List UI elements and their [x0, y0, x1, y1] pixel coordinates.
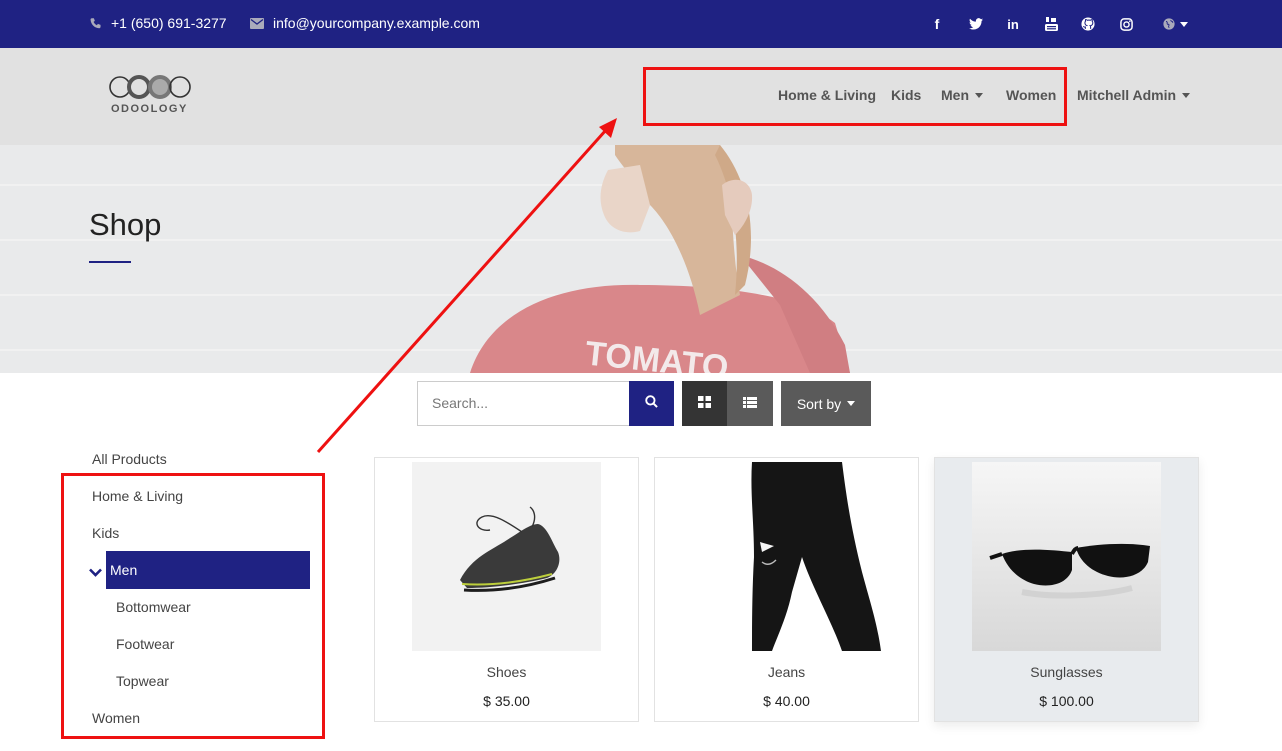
list-view-button[interactable]: [727, 381, 773, 426]
globe-icon: [1162, 18, 1175, 30]
product-image-sunglasses[interactable]: [972, 462, 1161, 651]
chevron-down-icon: [1179, 21, 1188, 27]
facebook-icon[interactable]: f: [927, 14, 947, 34]
search-button[interactable]: [629, 381, 674, 426]
product-card[interactable]: Jeans $ 40.00: [654, 457, 919, 722]
product-price: $ 40.00: [763, 693, 810, 709]
sort-by-label: Sort by: [796, 395, 842, 412]
email-address: info@yourcompany.example.com: [273, 15, 480, 31]
category-all-products[interactable]: All Products: [92, 451, 167, 467]
search-input[interactable]: Search...: [417, 381, 630, 426]
user-menu[interactable]: Mitchell Admin: [1077, 87, 1191, 103]
search-icon: [645, 394, 658, 413]
product-image-jeans[interactable]: [692, 462, 881, 651]
grid-icon: [698, 395, 711, 413]
linkedin-icon[interactable]: in: [1003, 14, 1023, 34]
shop-hero-banner: TOMATO Shop: [0, 145, 1282, 373]
chevron-down-icon: [1182, 92, 1191, 98]
chevron-down-icon: [847, 401, 856, 406]
brand-logo[interactable]: ODOOLOGY: [108, 74, 194, 120]
product-card[interactable]: Sunglasses $ 100.00: [934, 457, 1199, 722]
annotation-highlight-nav: [643, 67, 1067, 126]
email-contact[interactable]: info@yourcompany.example.com: [250, 15, 480, 31]
phone-contact[interactable]: +1 (650) 691-3277: [89, 15, 227, 31]
instagram-icon[interactable]: [1116, 14, 1136, 34]
title-underline: [89, 261, 131, 263]
language-selector[interactable]: [1158, 14, 1192, 34]
hero-background-image: TOMATO: [0, 145, 1282, 373]
github-icon[interactable]: [1078, 14, 1098, 34]
list-icon: [743, 395, 757, 413]
product-name[interactable]: Sunglasses: [935, 664, 1198, 680]
product-name[interactable]: Shoes: [375, 664, 638, 680]
grid-view-button[interactable]: [682, 381, 727, 426]
sort-by-dropdown[interactable]: Sort by: [781, 381, 871, 426]
page-title: Shop: [89, 207, 162, 242]
product-image-shoes[interactable]: [412, 462, 601, 651]
youtube-icon[interactable]: [1041, 14, 1061, 34]
envelope-icon: [250, 17, 264, 29]
product-price: $ 35.00: [483, 693, 530, 709]
top-contact-bar: +1 (650) 691-3277 info@yourcompany.examp…: [0, 0, 1282, 48]
logo-wordmark: ODOOLOGY: [111, 103, 188, 115]
twitter-icon[interactable]: [966, 14, 986, 34]
phone-number: +1 (650) 691-3277: [111, 15, 227, 31]
phone-icon: [89, 17, 102, 30]
site-header: ODOOLOGY Home & Living Kids Men Women Mi…: [0, 48, 1282, 145]
annotation-highlight-sidebar: [61, 473, 325, 739]
product-card[interactable]: Shoes $ 35.00: [374, 457, 639, 722]
product-price: $ 100.00: [1039, 693, 1094, 709]
product-name[interactable]: Jeans: [655, 664, 918, 680]
